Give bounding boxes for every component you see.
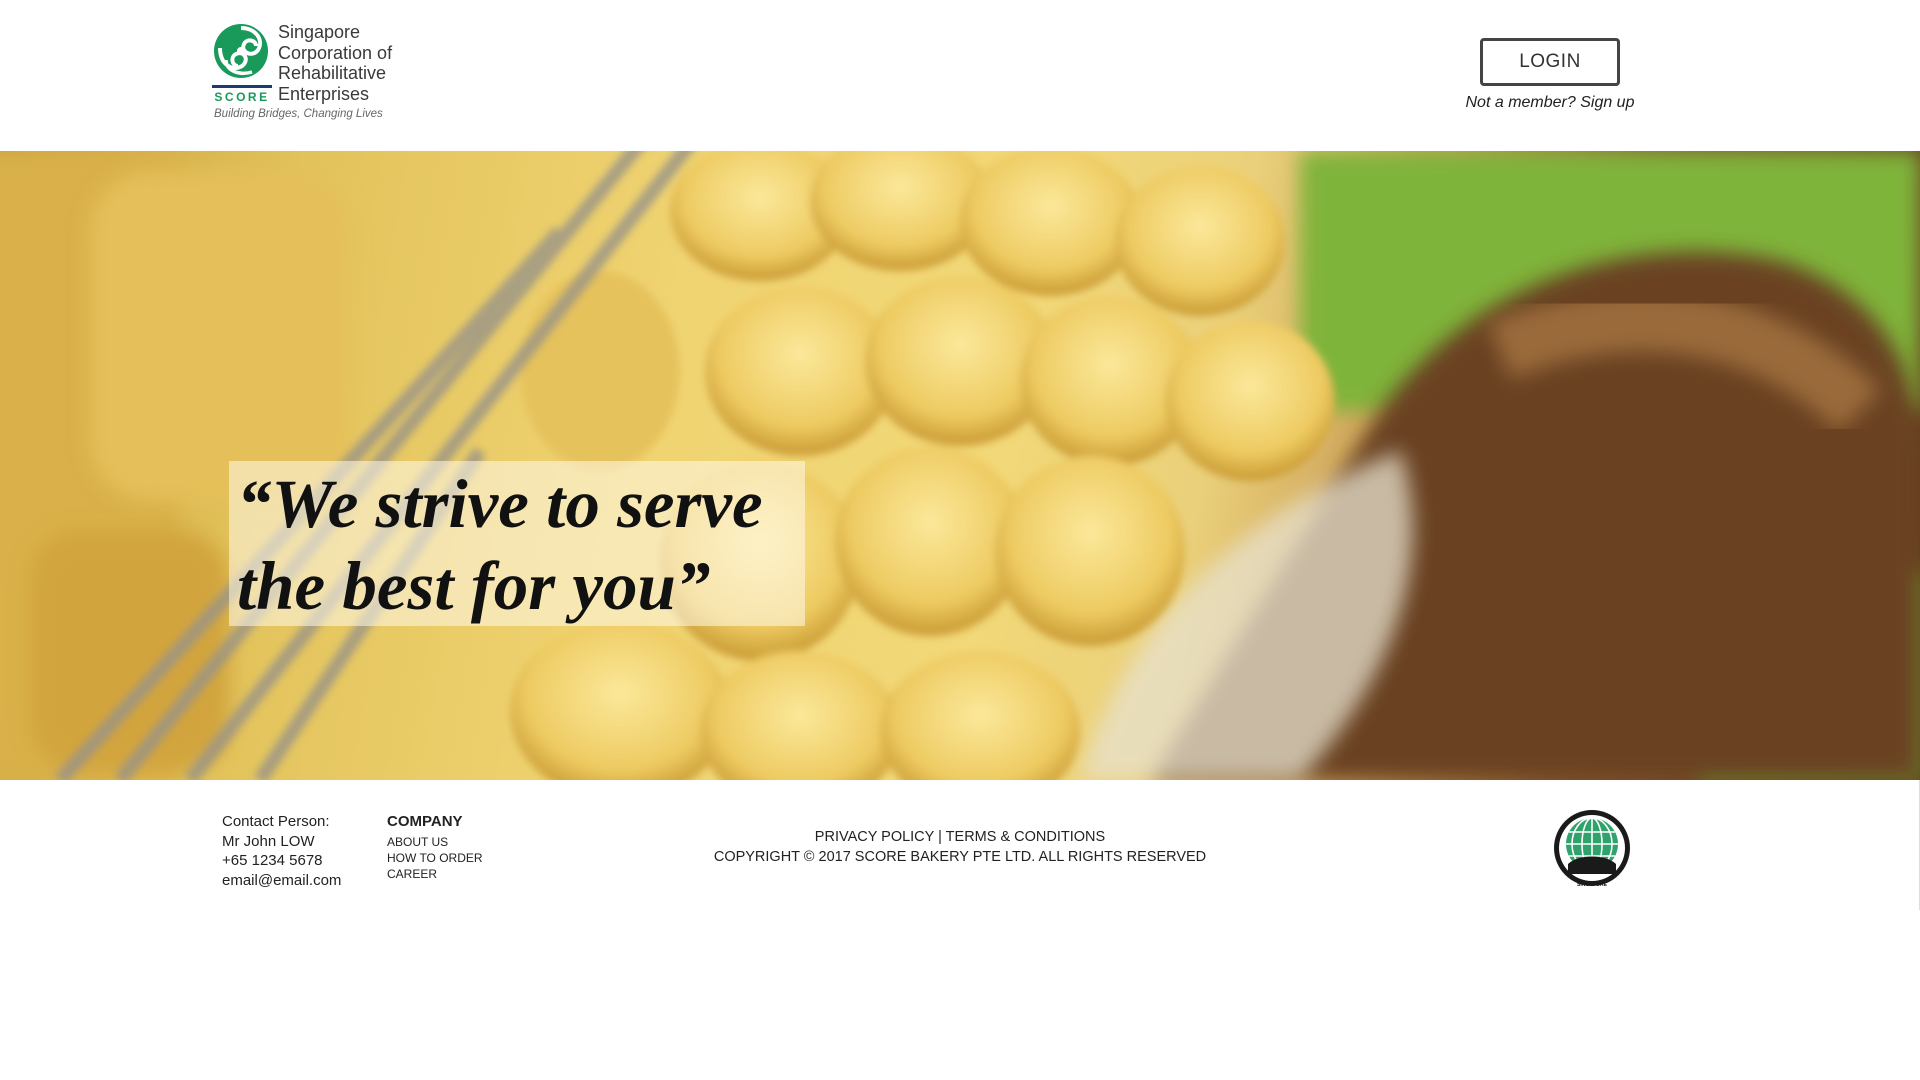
company-links: COMPANY ABOUT US HOW TO ORDER CAREER bbox=[387, 812, 483, 882]
hero-banner: “We strive to serve the best for you” bbox=[0, 151, 1920, 780]
score-swirl-icon: SCORE bbox=[212, 24, 272, 104]
legal-info: PRIVACY POLICY | TERMS & CONDITIONS COPY… bbox=[660, 828, 1260, 867]
login-button[interactable]: LOGIN bbox=[1480, 38, 1620, 86]
contact-name: Mr John LOW bbox=[222, 832, 315, 850]
logo-tagline: Building Bridges, Changing Lives bbox=[214, 108, 383, 120]
halal-certification-icon: HALAL SINGAPORE bbox=[1554, 810, 1630, 888]
contact-phone: +65 1234 5678 bbox=[222, 852, 323, 869]
about-us-link[interactable]: ABOUT US bbox=[387, 834, 483, 850]
terms-conditions-link[interactable]: TERMS & CONDITIONS bbox=[946, 829, 1106, 845]
halal-label-bottom: SINGAPORE bbox=[1577, 882, 1608, 888]
contact-info: Contact Person: Mr John LOW +65 1234 567… bbox=[222, 812, 341, 890]
hero-quote-box: “We strive to serve the best for you” bbox=[229, 461, 805, 626]
company-heading: COMPANY bbox=[387, 813, 463, 830]
copyright-text: COPYRIGHT © 2017 SCORE BAKERY PTE LTD. A… bbox=[713, 848, 1207, 865]
site-footer: Contact Person: Mr John LOW +65 1234 567… bbox=[0, 780, 1920, 1080]
hero-quote: “We strive to serve the best for you” bbox=[237, 466, 763, 624]
site-header: SCORE Singapore Corporation of Rehabilit… bbox=[0, 0, 1920, 151]
career-link[interactable]: CAREER bbox=[387, 866, 483, 882]
logo-organization-name: Singapore Corporation of Rehabilitative … bbox=[278, 22, 393, 104]
how-to-order-link[interactable]: HOW TO ORDER bbox=[387, 850, 483, 866]
signup-link[interactable]: Not a member? Sign up bbox=[1460, 94, 1640, 112]
halal-label-top: HALAL bbox=[1583, 875, 1602, 881]
privacy-policy-link[interactable]: PRIVACY POLICY bbox=[815, 829, 934, 845]
contact-label: Contact Person: bbox=[222, 813, 330, 830]
score-mark-text: SCORE bbox=[214, 90, 269, 104]
legal-separator: | bbox=[938, 829, 942, 845]
contact-email: email@email.com bbox=[222, 871, 342, 889]
score-logo[interactable]: SCORE Singapore Corporation of Rehabilit… bbox=[212, 22, 412, 126]
